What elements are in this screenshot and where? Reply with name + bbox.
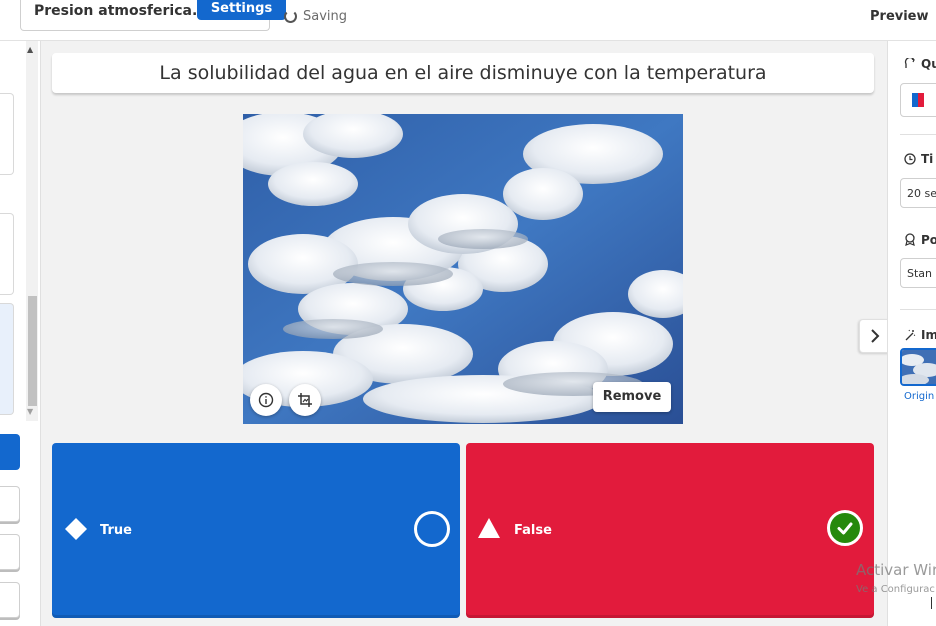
answer-false[interactable]: False <box>466 443 874 618</box>
answer-label: True <box>100 523 132 538</box>
chevron-right-icon <box>871 329 880 343</box>
slide-thumbnail[interactable] <box>0 93 14 175</box>
answer-label: False <box>514 523 552 538</box>
question-settings-panel: Qu Ti 20 se Po Stan Im Origin <box>887 41 936 626</box>
mark-correct-toggle[interactable] <box>827 510 863 546</box>
image-info-button[interactable] <box>250 384 282 416</box>
image-reveal-option-original[interactable] <box>900 348 936 386</box>
quiz-title: Presion atmosferica. <box>34 3 198 19</box>
image-crop-button[interactable] <box>289 384 321 416</box>
sidebar-action-button[interactable] <box>0 486 20 522</box>
question-text: La solubilidad del agua en el aire dismi… <box>159 62 767 84</box>
slide-list-sidebar: ▲ ▼ <box>0 41 41 626</box>
slide-thumbnail-active[interactable] <box>0 303 14 415</box>
time-limit-value: 20 se <box>907 187 936 200</box>
time-limit-select[interactable]: 20 se <box>900 178 936 208</box>
scroll-down-icon[interactable]: ▼ <box>27 407 33 416</box>
sidebar-action-button[interactable] <box>0 582 20 618</box>
remove-image-button[interactable]: Remove <box>593 382 671 412</box>
cursor-mark <box>931 597 932 609</box>
add-question-button[interactable] <box>0 434 20 470</box>
points-value: Stan <box>907 267 933 280</box>
clouds-thumbnail-image <box>902 350 936 384</box>
points-medal-icon <box>905 233 915 246</box>
true-false-type-icon <box>912 93 924 107</box>
separator <box>900 309 936 310</box>
time-limit-heading: Ti <box>921 152 934 166</box>
diamond-icon <box>65 518 87 540</box>
settings-button[interactable]: Settings <box>197 0 286 20</box>
checkmark-icon <box>837 522 853 535</box>
question-type-select[interactable] <box>900 83 936 117</box>
points-heading: Po <box>921 233 936 247</box>
answer-true[interactable]: True <box>52 443 460 618</box>
image-reveal-heading: Im <box>921 328 936 342</box>
preview-button[interactable]: Preview <box>870 9 929 24</box>
saving-spinner-icon <box>284 10 297 23</box>
collapse-panel-button[interactable] <box>859 319 890 353</box>
sidebar-action-button[interactable] <box>0 534 20 570</box>
scroll-up-icon[interactable]: ▲ <box>27 45 33 54</box>
image-reveal-option-label[interactable]: Origin <box>904 391 934 402</box>
sky-clouds-image <box>243 114 683 424</box>
scrollbar-thumb[interactable] <box>28 296 37 406</box>
crop-icon <box>298 393 312 407</box>
slide-thumbnail[interactable] <box>0 213 14 295</box>
clock-icon <box>904 153 916 165</box>
question-type-heading: Qu <box>921 57 936 71</box>
saving-status: Saving <box>303 9 348 24</box>
magic-wand-icon <box>905 329 916 341</box>
windows-activation-subtext: Ve a Configurac <box>856 584 935 595</box>
question-type-icon <box>904 58 915 68</box>
points-select[interactable]: Stan <box>900 258 936 288</box>
separator <box>900 134 936 135</box>
quiz-title-box[interactable]: Presion atmosferica. Settings <box>20 0 286 31</box>
triangle-icon <box>478 518 500 538</box>
info-icon <box>258 392 274 408</box>
windows-activation-watermark: Activar Wir <box>856 561 936 579</box>
question-image: Remove <box>243 114 683 424</box>
question-input[interactable]: La solubilidad del agua en el aire dismi… <box>52 53 874 93</box>
top-bar: Presion atmosferica. Settings Saving Pre… <box>0 0 936 41</box>
mark-correct-toggle[interactable] <box>414 511 450 547</box>
